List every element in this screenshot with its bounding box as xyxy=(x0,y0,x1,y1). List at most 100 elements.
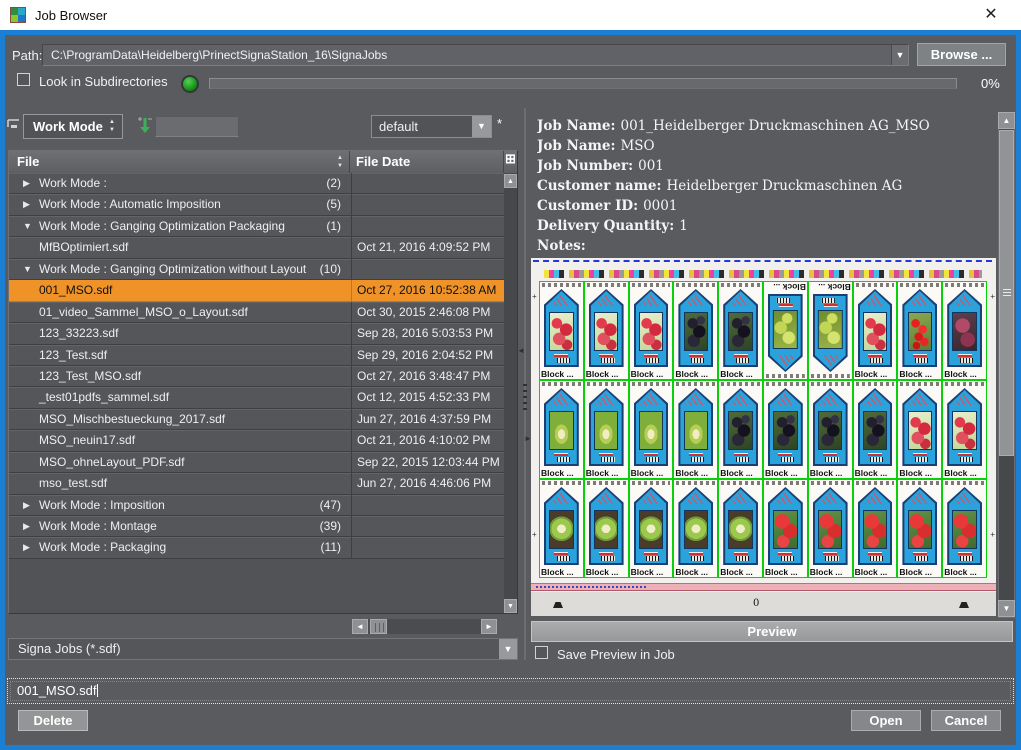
quick-filter-input[interactable] xyxy=(155,116,239,137)
table-row-group[interactable]: ▶ Work Mode : Automatic Imposition (5) xyxy=(9,194,504,215)
label-artwork xyxy=(902,487,937,565)
table-row-group[interactable]: ▶ Work Mode : Packaging (11) xyxy=(9,537,504,558)
scroll-up-icon[interactable]: ▲ xyxy=(998,112,1015,129)
scroll-down-icon[interactable]: ▼ xyxy=(504,599,517,613)
label-red-bar xyxy=(644,552,658,555)
info-label: Job Number: xyxy=(537,158,633,174)
label-artwork xyxy=(902,388,937,466)
table-row-file[interactable]: _test01pdfs_sammel.sdf Oct 12, 2015 4:52… xyxy=(9,387,504,408)
preset-combobox[interactable]: default ▼ xyxy=(371,115,492,138)
table-row-file[interactable]: 001_MSO.sdf Oct 27, 2016 10:52:38 AM xyxy=(9,280,504,301)
register-marks-strip xyxy=(632,382,671,386)
imposition-cell: Block ... xyxy=(673,479,718,578)
table-row-file[interactable]: MSO_Mischbestueckung_2017.sdf Jun 27, 20… xyxy=(9,409,504,430)
table-row-group[interactable]: ▶ Work Mode : (2) xyxy=(9,173,504,194)
browse-button[interactable]: Browse ... xyxy=(917,43,1006,66)
table-row-file[interactable]: MSO_neuin17.sdf Oct 21, 2016 4:10:02 PM xyxy=(9,430,504,451)
table-row-file[interactable]: MfBOptimiert.sdf Oct 21, 2016 4:09:52 PM xyxy=(9,237,504,258)
filename-input[interactable]: 001_MSO.sdf xyxy=(7,678,1014,704)
expander-icon[interactable]: ▶ xyxy=(23,516,35,536)
preset-value: default xyxy=(379,119,418,134)
label-artwork xyxy=(858,289,893,367)
imposition-cell: Block ... xyxy=(942,281,987,380)
group-count: (47) xyxy=(320,495,341,515)
table-row-group[interactable]: ▶ Work Mode : Montage (39) xyxy=(9,516,504,537)
barcode xyxy=(601,556,614,561)
register-marks-strip xyxy=(721,382,760,386)
tree-structure-icon[interactable] xyxy=(6,118,22,130)
table-row-group[interactable]: ▼ Work Mode : Ganging Optimization witho… xyxy=(9,259,504,280)
imposition-cell: Block ... xyxy=(897,281,942,380)
group-by-combobox[interactable]: Work Mode ▲▼ xyxy=(23,114,123,139)
table-row-file[interactable]: 01_video_Sammel_MSO_o_Layout.sdf Oct 30,… xyxy=(9,302,504,323)
fruit-photo xyxy=(952,510,976,550)
fruit-photo xyxy=(728,312,752,352)
column-header-file[interactable]: File ▲▼ xyxy=(9,151,350,173)
table-vertical-scrollbar[interactable] xyxy=(504,173,517,612)
splitter-grip[interactable] xyxy=(523,384,527,410)
horizontal-scroll-thumb[interactable] xyxy=(370,619,387,634)
close-icon[interactable]: ✕ xyxy=(981,5,1001,25)
collapse-left-icon[interactable]: ◄ xyxy=(517,346,525,355)
imposition-cell: Block ... xyxy=(763,479,808,578)
cell-label: Block ... xyxy=(899,468,932,478)
chevron-down-icon[interactable]: ▼ xyxy=(891,45,908,65)
save-preview-checkbox[interactable] xyxy=(535,646,548,659)
window-border-bottom xyxy=(0,745,1021,750)
sort-icon[interactable] xyxy=(136,116,154,134)
table-row-file[interactable]: mso_test.sdf Jun 27, 2016 4:46:06 PM xyxy=(9,473,504,494)
title-bar[interactable]: Job Browser ✕ xyxy=(0,0,1021,30)
expander-icon[interactable]: ▶ xyxy=(23,194,35,214)
register-marks-strip xyxy=(900,481,939,485)
barcode xyxy=(646,358,659,363)
label-artwork xyxy=(544,289,579,367)
table-row-file[interactable]: 123_33223.sdf Sep 28, 2016 5:03:53 PM xyxy=(9,323,504,344)
expander-icon[interactable]: ▶ xyxy=(23,173,35,193)
chevron-down-icon[interactable]: ▼ xyxy=(499,639,517,659)
cell-label: Block ... xyxy=(855,468,888,478)
path-combobox[interactable]: C:\ProgramData\Heidelberg\PrinectSignaSt… xyxy=(42,44,909,66)
fruit-photo xyxy=(773,411,797,451)
table-row-group[interactable]: ▶ Work Mode : Imposition (47) xyxy=(9,495,504,516)
scroll-down-icon[interactable]: ▼ xyxy=(998,600,1015,617)
look-in-subdirectories-checkbox[interactable] xyxy=(17,73,30,86)
vertical-scroll-thumb[interactable] xyxy=(999,130,1014,456)
job-info-line: Job Name:MSO xyxy=(537,136,987,156)
delete-button[interactable]: Delete xyxy=(18,710,88,731)
label-artwork xyxy=(858,487,893,565)
scroll-left-icon[interactable]: ◄ xyxy=(352,619,368,634)
expander-icon[interactable]: ▼ xyxy=(23,216,35,236)
barcode xyxy=(825,556,838,561)
column-config-icon[interactable]: ⊞ xyxy=(504,151,517,173)
preview-button[interactable]: Preview xyxy=(531,621,1013,642)
register-marks-strip xyxy=(945,283,984,287)
expander-icon[interactable]: ▶ xyxy=(23,495,35,515)
table-row-group[interactable]: ▼ Work Mode : Ganging Optimization Packa… xyxy=(9,216,504,237)
scroll-up-icon[interactable]: ▲ xyxy=(504,174,517,188)
fruit-photo xyxy=(728,510,752,550)
chevron-down-icon[interactable]: ▼ xyxy=(472,116,491,137)
label-red-bar xyxy=(554,354,568,357)
register-marks-strip xyxy=(632,481,671,485)
cancel-button[interactable]: Cancel xyxy=(931,710,1001,731)
register-marks-strip xyxy=(900,283,939,287)
expander-icon[interactable]: ▶ xyxy=(23,537,35,557)
expander-icon[interactable]: ▼ xyxy=(23,259,35,279)
column-header-file-date[interactable]: File Date xyxy=(351,151,504,173)
register-marks-strip xyxy=(856,382,895,386)
fruit-photo xyxy=(549,312,573,352)
table-row-file[interactable]: 123_Test.sdf Sep 29, 2016 2:04:52 PM xyxy=(9,345,504,366)
spinner-arrows-icon[interactable]: ▲▼ xyxy=(107,118,117,136)
fruit-photo xyxy=(594,510,618,550)
barcode xyxy=(781,457,794,462)
fruit-photo xyxy=(639,510,663,550)
label-red-bar xyxy=(778,552,792,555)
table-row-file[interactable]: 123_Test_MSO.sdf Oct 27, 2016 3:48:47 PM xyxy=(9,366,504,387)
sort-arrows-icon[interactable]: ▲▼ xyxy=(335,154,345,170)
open-button[interactable]: Open xyxy=(851,710,921,731)
table-row-file[interactable]: MSO_ohneLayout_PDF.sdf Sep 22, 2015 12:0… xyxy=(9,452,504,473)
group-label: Work Mode : xyxy=(39,176,107,190)
scroll-right-icon[interactable]: ► xyxy=(481,619,497,634)
fruit-photo xyxy=(863,411,887,451)
file-type-filter-combobox[interactable]: Signa Jobs (*.sdf) ▼ xyxy=(8,638,518,660)
